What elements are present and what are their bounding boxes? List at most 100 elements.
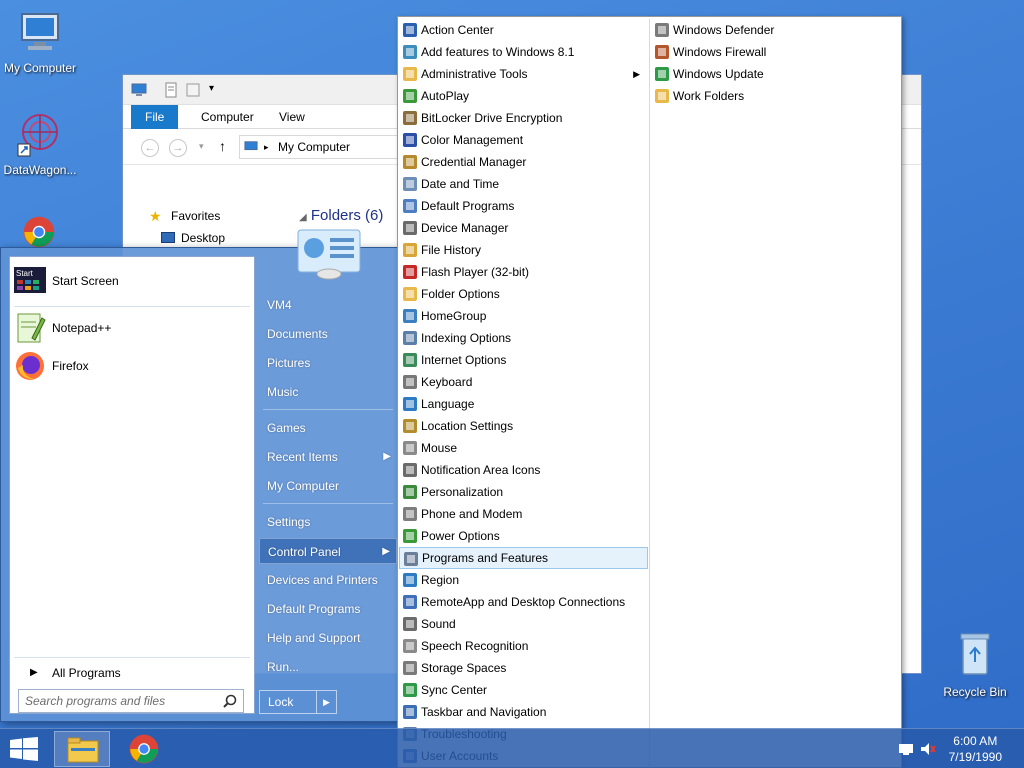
cp-item-windows-defender[interactable]: Windows Defender	[651, 19, 900, 41]
program-start-screen[interactable]: Start Start Screen	[14, 263, 250, 299]
up-arrow-icon[interactable]: ↑	[219, 138, 226, 154]
cp-item-notification-area-icons[interactable]: Notification Area Icons	[399, 459, 648, 481]
cp-item-homegroup[interactable]: HomeGroup	[399, 305, 648, 327]
start-item-pictures[interactable]: Pictures	[259, 350, 397, 376]
keyboard-icon	[403, 375, 417, 389]
cp-item-label: Sync Center	[421, 683, 488, 697]
tab-view[interactable]: View	[265, 105, 319, 129]
cp-item-mouse[interactable]: Mouse	[399, 437, 648, 459]
volume-muted-icon[interactable]	[920, 741, 936, 757]
chevron-down-icon[interactable]: ▾	[199, 141, 204, 152]
cp-item-location-settings[interactable]: Location Settings	[399, 415, 648, 437]
cp-item-windows-firewall[interactable]: Windows Firewall	[651, 41, 900, 63]
cp-item-sound[interactable]: Sound	[399, 613, 648, 635]
desktop-icon-recycle-bin[interactable]: Recycle Bin	[935, 630, 1015, 699]
cp-item-add-features-to-windows-8-1[interactable]: Add features to Windows 8.1	[399, 41, 648, 63]
program-notepadpp[interactable]: Notepad++	[14, 310, 250, 346]
properties-icon[interactable]	[163, 82, 179, 98]
cp-item-region[interactable]: Region	[399, 569, 648, 591]
language-icon	[403, 397, 417, 411]
tab-file[interactable]: File	[131, 105, 179, 129]
taskbar-chrome[interactable]	[116, 731, 172, 767]
search-input[interactable]: Search programs and files	[18, 689, 244, 713]
cp-item-label: Location Settings	[421, 419, 514, 433]
cp-item-folder-options[interactable]: Folder Options	[399, 283, 648, 305]
location-icon	[403, 419, 417, 433]
cp-item-default-programs[interactable]: Default Programs	[399, 195, 648, 217]
cp-item-sync-center[interactable]: Sync Center	[399, 679, 648, 701]
chevron-right-icon[interactable]: ▶	[316, 691, 336, 713]
taskbar-file-explorer[interactable]	[54, 731, 110, 767]
cp-item-bitlocker-drive-encryption[interactable]: BitLocker Drive Encryption	[399, 107, 648, 129]
start-item-settings[interactable]: Settings	[259, 509, 397, 535]
network-icon[interactable]	[898, 741, 914, 757]
back-button[interactable]: ←	[141, 139, 159, 157]
cp-item-autoplay[interactable]: AutoPlay	[399, 85, 648, 107]
cp-item-label: Internet Options	[421, 353, 507, 367]
cp-item-phone-and-modem[interactable]: Phone and Modem	[399, 503, 648, 525]
start-item-vm4[interactable]: VM4	[259, 292, 397, 318]
cp-item-label: Folder Options	[421, 287, 500, 301]
cp-item-programs-and-features[interactable]: Programs and Features	[399, 547, 648, 569]
nav-favorites[interactable]: ★ Favorites	[123, 205, 293, 227]
cp-item-administrative-tools[interactable]: Administrative Tools ▶	[399, 63, 648, 85]
chevron-down-icon[interactable]: ▾	[209, 83, 214, 94]
cp-item-power-options[interactable]: Power Options	[399, 525, 648, 547]
clock-time: 6:00 AM	[953, 734, 998, 748]
homegroup-icon	[403, 309, 417, 323]
start-item-devices-printers[interactable]: Devices and Printers	[259, 567, 397, 593]
cp-item-remoteapp-and-desktop-connections[interactable]: RemoteApp and Desktop Connections	[399, 591, 648, 613]
lock-button[interactable]: Lock ▶	[259, 690, 337, 714]
cp-item-flash-player-32-bit[interactable]: Flash Player (32-bit)	[399, 261, 648, 283]
start-item-control-panel[interactable]: Control Panel ▶	[259, 538, 397, 564]
cp-item-file-history[interactable]: File History	[399, 239, 648, 261]
folders-group-header[interactable]: ◢ Folders (6)	[299, 207, 383, 224]
cp-item-speech-recognition[interactable]: Speech Recognition	[399, 635, 648, 657]
forward-button[interactable]: →	[169, 139, 187, 157]
all-programs-button[interactable]: ▶ All Programs	[20, 663, 246, 683]
nav-desktop[interactable]: Desktop	[123, 227, 293, 249]
cp-item-label: Phone and Modem	[421, 507, 523, 521]
cp-item-keyboard[interactable]: Keyboard	[399, 371, 648, 393]
cp-item-label: File History	[421, 243, 482, 257]
start-menu: Start Start Screen Notepad++ Firefox ▶ A…	[0, 247, 398, 722]
taskbar: 6:00 AM 7/19/1990	[0, 728, 1024, 768]
computer-icon	[244, 141, 258, 151]
cp-item-taskbar-and-navigation[interactable]: Taskbar and Navigation	[399, 701, 648, 723]
start-item-recent-items[interactable]: Recent Items ▶	[259, 444, 397, 470]
windows-start-icon[interactable]	[10, 737, 38, 761]
cp-item-color-management[interactable]: Color Management	[399, 129, 648, 151]
cp-item-work-folders[interactable]: Work Folders	[651, 85, 900, 107]
chrome-desktop-icon[interactable]	[16, 216, 62, 248]
cp-item-storage-spaces[interactable]: Storage Spaces	[399, 657, 648, 679]
cp-item-language[interactable]: Language	[399, 393, 648, 415]
cp-item-windows-update[interactable]: Windows Update	[651, 63, 900, 85]
system-clock[interactable]: 6:00 AM 7/19/1990	[949, 733, 1002, 765]
search-icon[interactable]	[222, 693, 238, 709]
cp-item-personalization[interactable]: Personalization	[399, 481, 648, 503]
cp-item-label: Language	[421, 397, 475, 411]
desktop-icon-my-computer[interactable]: My Computer	[0, 8, 80, 75]
cp-item-credential-manager[interactable]: Credential Manager	[399, 151, 648, 173]
phone-icon	[403, 507, 417, 521]
start-item-default-programs[interactable]: Default Programs	[259, 596, 397, 622]
cp-item-label: Region	[421, 573, 460, 587]
start-item-help-support[interactable]: Help and Support	[259, 625, 397, 651]
cp-item-action-center[interactable]: Action Center	[399, 19, 648, 41]
start-item-music[interactable]: Music	[259, 379, 397, 405]
firefox-icon	[16, 352, 44, 380]
program-firefox[interactable]: Firefox	[14, 348, 250, 384]
work-folders-icon	[655, 89, 669, 103]
new-folder-icon[interactable]	[185, 82, 201, 98]
cp-item-device-manager[interactable]: Device Manager	[399, 217, 648, 239]
start-item-my-computer[interactable]: My Computer	[259, 473, 397, 499]
start-item-documents[interactable]: Documents	[259, 321, 397, 347]
tab-computer[interactable]: Computer	[187, 105, 268, 129]
start-item-games[interactable]: Games	[259, 415, 397, 441]
cp-item-internet-options[interactable]: Internet Options	[399, 349, 648, 371]
start-item-run[interactable]: Run...	[259, 654, 397, 680]
flag-icon	[403, 23, 417, 37]
cp-item-date-and-time[interactable]: Date and Time	[399, 173, 648, 195]
desktop-icon-datawagon[interactable]: DataWagon...	[0, 110, 80, 177]
cp-item-indexing-options[interactable]: Indexing Options	[399, 327, 648, 349]
